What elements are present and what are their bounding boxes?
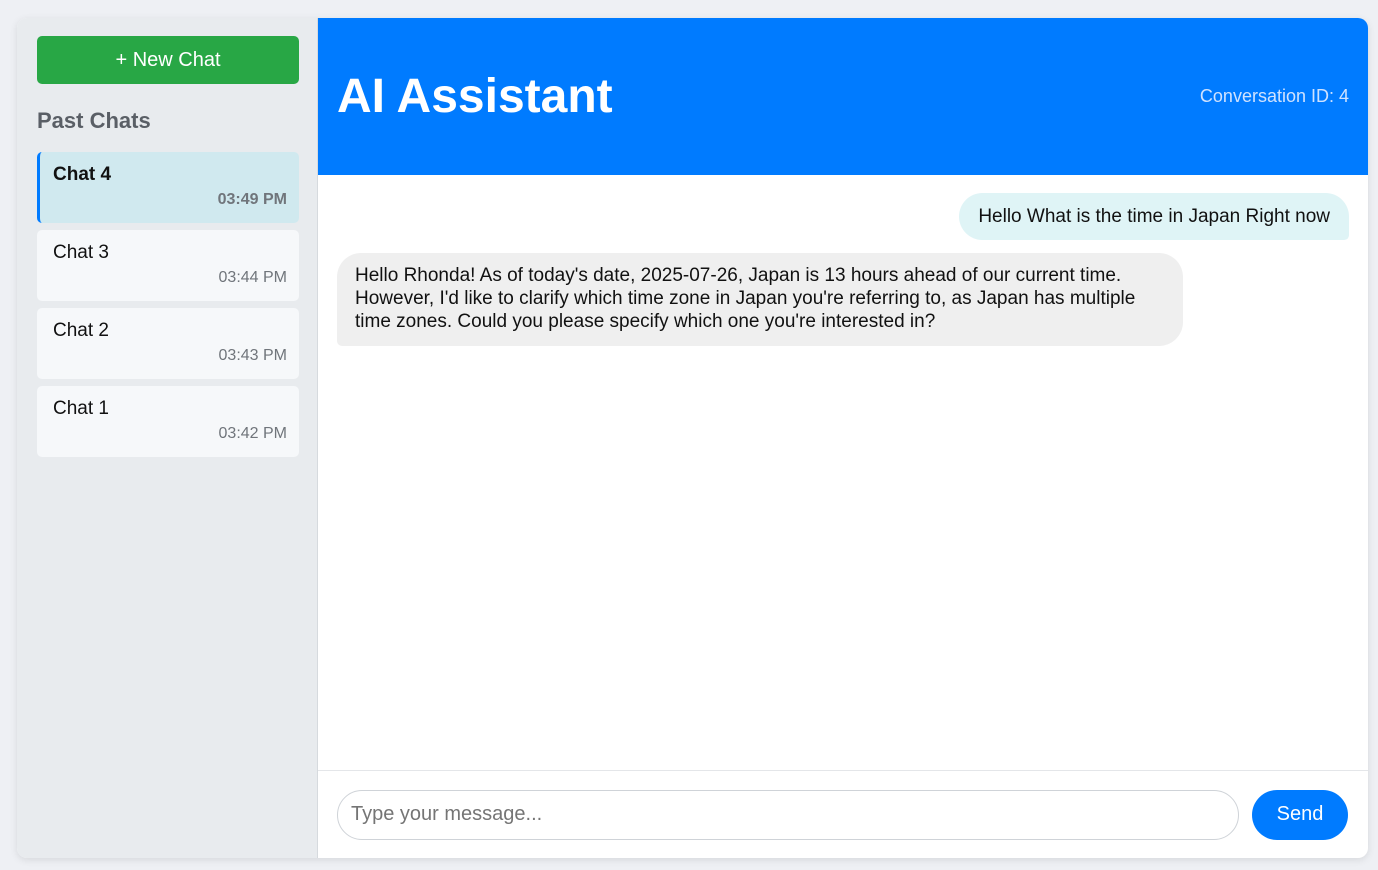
message-row-assistant: Hello Rhonda! As of today's date, 2025-0…	[337, 253, 1349, 346]
chat-item-2[interactable]: Chat 2 03:43 PM	[37, 308, 299, 379]
chat-header: AI Assistant Conversation ID: 4	[318, 18, 1368, 175]
chat-item-3[interactable]: Chat 3 03:44 PM	[37, 230, 299, 301]
message-row-user: Hello What is the time in Japan Right no…	[337, 193, 1349, 240]
past-chats-heading: Past Chats	[37, 108, 151, 133]
chat-list: Chat 4 03:49 PM Chat 3 03:44 PM Chat 2 0…	[37, 152, 299, 457]
chat-item-time: 03:44 PM	[218, 269, 287, 286]
message-list: Hello What is the time in Japan Right no…	[318, 175, 1368, 770]
assistant-message-bubble: Hello Rhonda! As of today's date, 2025-0…	[337, 253, 1183, 346]
composer: Send	[318, 770, 1368, 858]
chat-item-time: 03:43 PM	[218, 347, 287, 364]
chat-item-name: Chat 4	[53, 164, 112, 185]
user-message-bubble: Hello What is the time in Japan Right no…	[959, 193, 1349, 240]
chat-item-1[interactable]: Chat 1 03:42 PM	[37, 386, 299, 457]
chat-item-time: 03:42 PM	[218, 425, 287, 442]
chat-item-name: Chat 1	[53, 398, 109, 419]
chat-item-name: Chat 3	[53, 242, 109, 263]
conversation-id: Conversation ID: 4	[1199, 86, 1349, 106]
chat-item-time: 03:49 PM	[217, 191, 287, 208]
send-button[interactable]: Send	[1252, 789, 1348, 840]
chat-item-name: Chat 2	[53, 320, 109, 341]
chat-panel: AI Assistant Conversation ID: 4 Hello Wh…	[318, 18, 1368, 858]
page-title: AI Assistant	[337, 70, 613, 123]
message-input[interactable]	[337, 789, 1239, 840]
app-window: + New Chat Past Chats Chat 4 03:49 PM Ch…	[17, 18, 1368, 858]
new-chat-button[interactable]: + New Chat	[37, 36, 299, 84]
chat-item-4[interactable]: Chat 4 03:49 PM	[37, 152, 299, 223]
sidebar: + New Chat Past Chats Chat 4 03:49 PM Ch…	[17, 18, 318, 858]
